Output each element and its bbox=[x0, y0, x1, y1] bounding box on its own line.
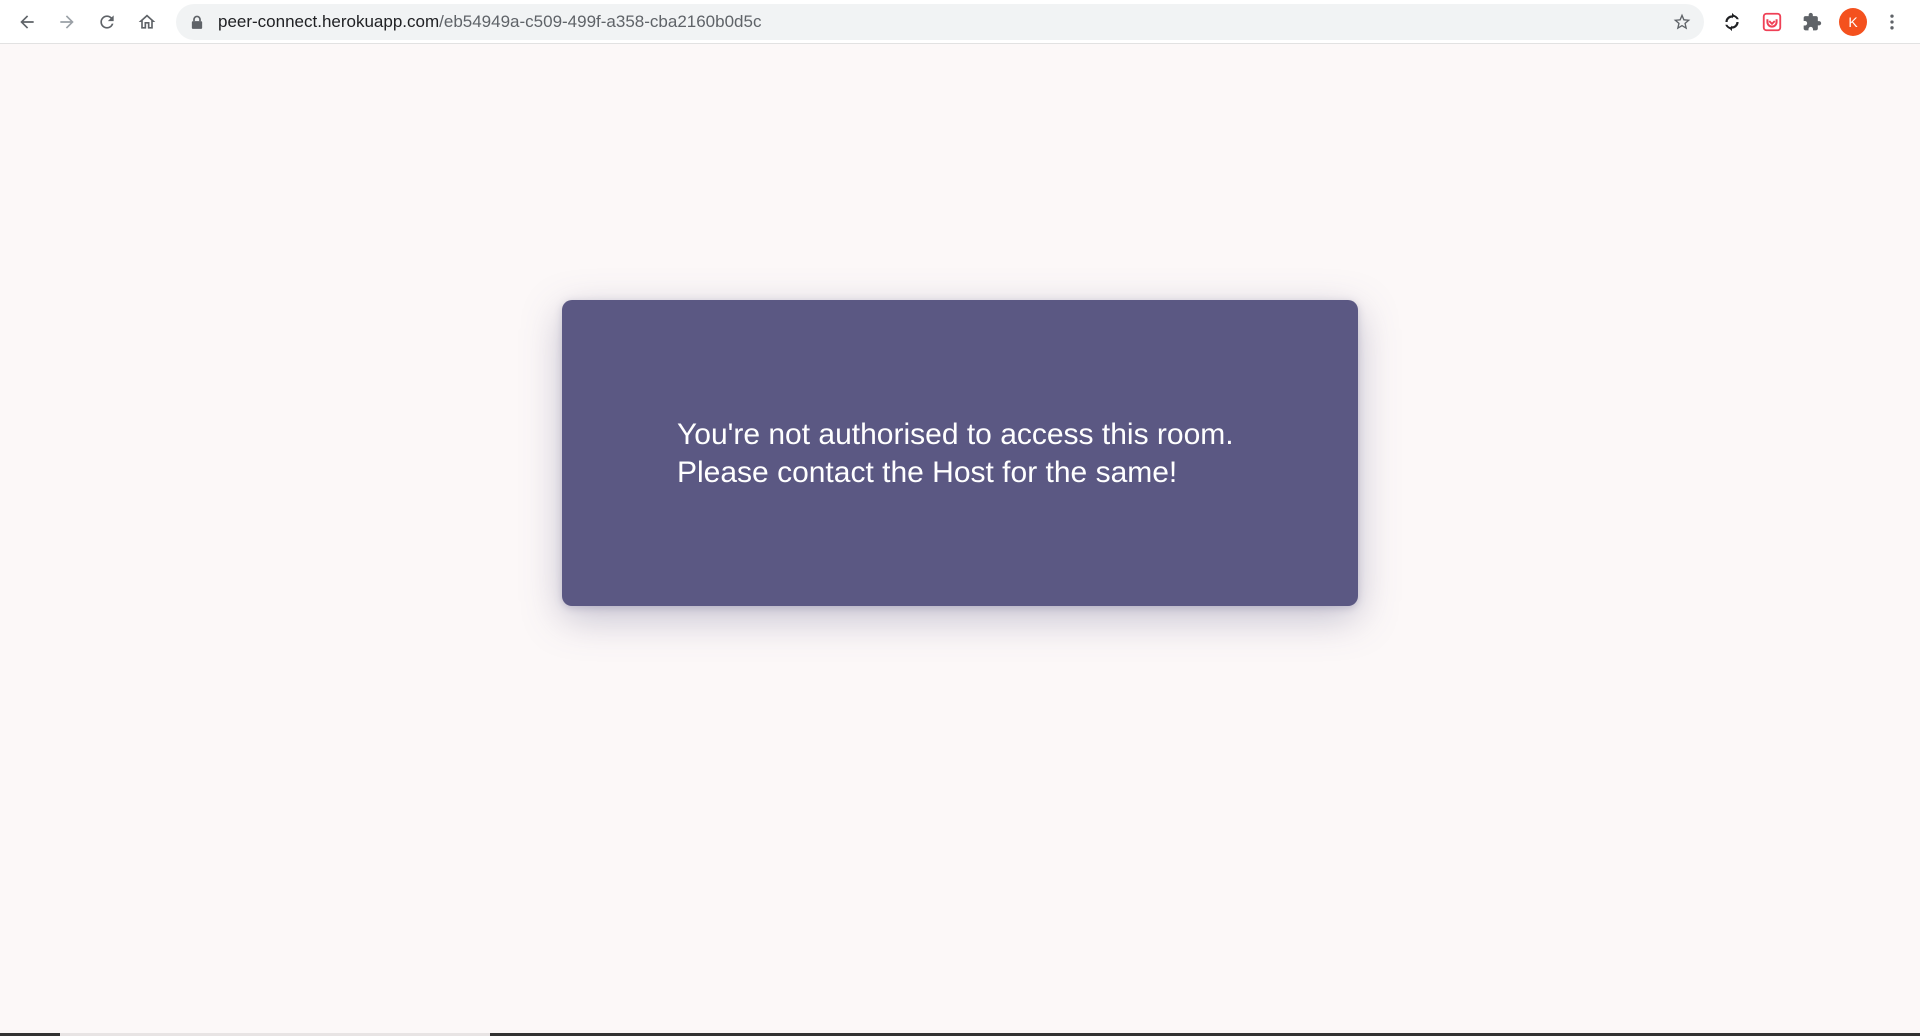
pocket-icon bbox=[1762, 12, 1782, 32]
access-denied-card: You're not authorised to access this roo… bbox=[562, 300, 1358, 606]
url-host: peer-connect.herokuapp.com bbox=[218, 12, 440, 31]
browser-menu-button[interactable] bbox=[1880, 6, 1904, 38]
forward-button[interactable] bbox=[49, 4, 85, 40]
star-icon[interactable] bbox=[1670, 10, 1694, 34]
arrow-left-icon bbox=[20, 15, 34, 29]
back-button[interactable] bbox=[9, 4, 45, 40]
home-icon bbox=[138, 14, 156, 29]
home-button[interactable] bbox=[129, 4, 165, 40]
puzzle-icon bbox=[1803, 12, 1822, 31]
reload-button[interactable] bbox=[89, 4, 125, 40]
sync-extension-button[interactable] bbox=[1716, 6, 1748, 38]
pocket-extension-button[interactable] bbox=[1756, 6, 1788, 38]
url-text[interactable]: peer-connect.herokuapp.com/eb54949a-c509… bbox=[218, 12, 761, 32]
arrow-right-icon bbox=[60, 15, 74, 29]
browser-toolbar: peer-connect.herokuapp.com/eb54949a-c509… bbox=[0, 0, 1920, 44]
message-line-1: You're not authorised to access this roo… bbox=[677, 418, 1234, 451]
message-line-2: Please contact the Host for the same! bbox=[677, 456, 1178, 489]
profile-avatar[interactable]: K bbox=[1839, 8, 1867, 36]
lock-icon[interactable] bbox=[190, 14, 204, 30]
kebab-menu-icon bbox=[1890, 14, 1894, 30]
page-content: You're not authorised to access this roo… bbox=[0, 45, 1920, 1036]
address-bar[interactable]: peer-connect.herokuapp.com/eb54949a-c509… bbox=[176, 4, 1704, 40]
access-denied-message: You're not authorised to access this roo… bbox=[677, 416, 1297, 492]
extensions-button[interactable] bbox=[1796, 6, 1828, 38]
reload-icon bbox=[100, 15, 114, 29]
url-path: /eb54949a-c509-499f-a358-cba2160b0d5c bbox=[439, 12, 762, 31]
sync-icon bbox=[1725, 12, 1739, 32]
